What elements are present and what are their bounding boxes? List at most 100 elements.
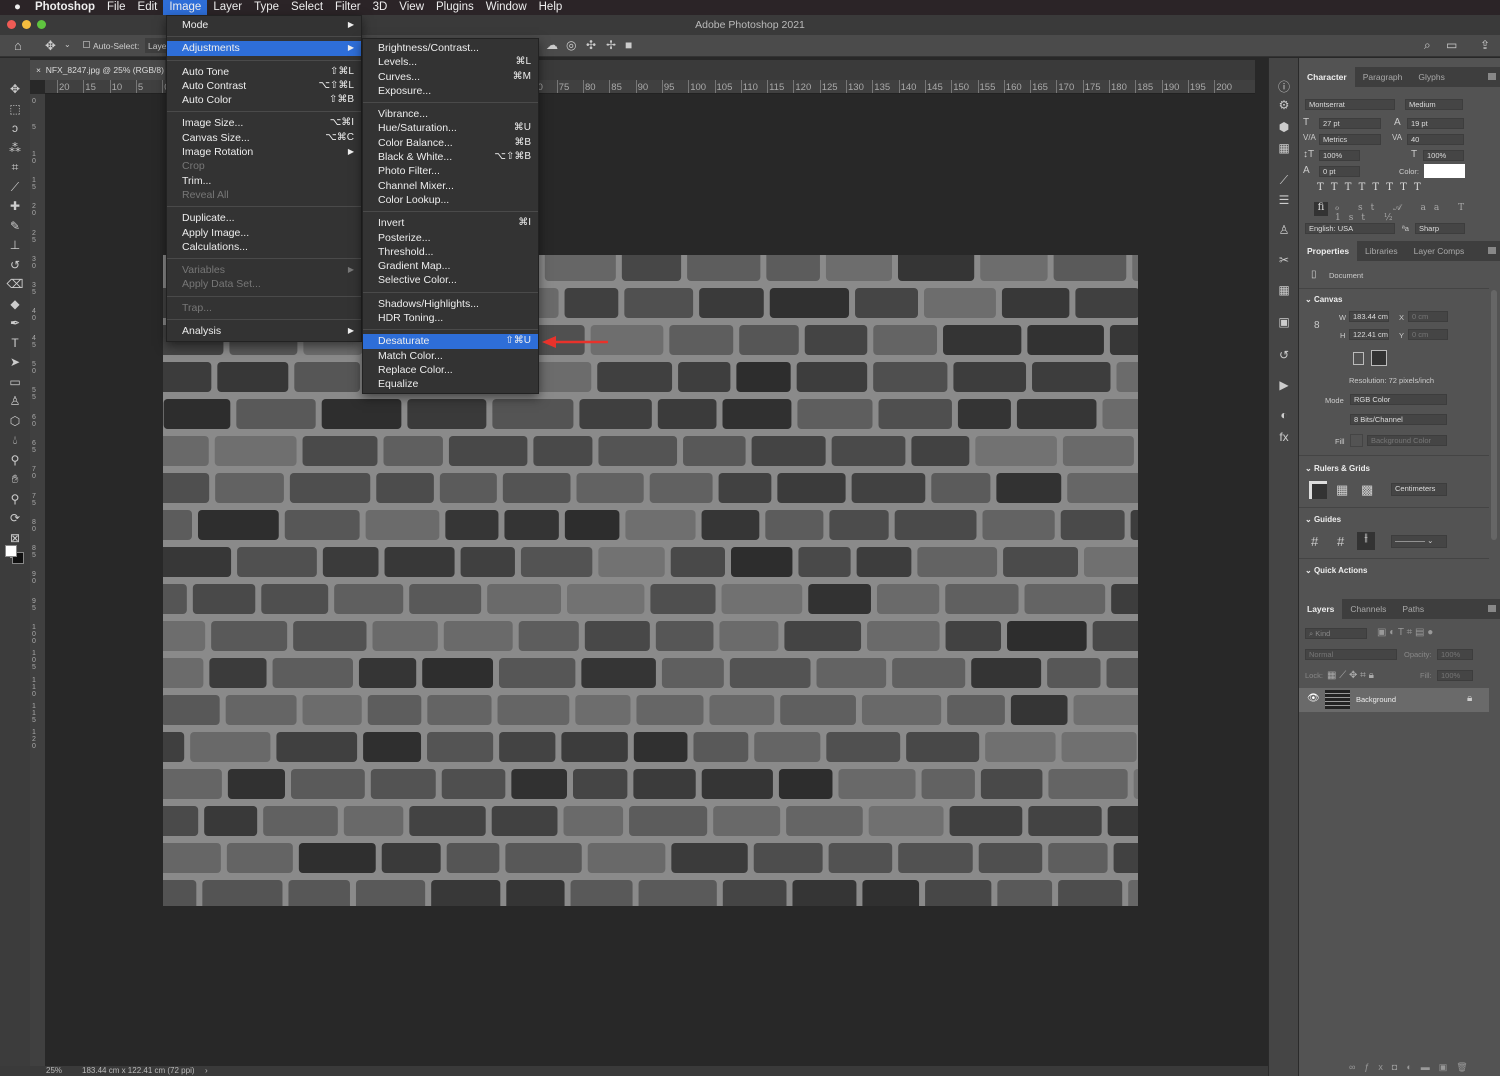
menu-item-color-lookup[interactable]: Color Lookup... [363,193,538,207]
minimize-window-button[interactable] [22,20,31,29]
properties-scrollbar[interactable] [1491,290,1497,540]
leading-field[interactable]: 19 pt [1407,118,1464,129]
stamp-tool-icon[interactable]: ♙ [6,392,24,410]
chevron-down-icon[interactable]: ⌄ [64,40,71,49]
dodge-tool-icon[interactable]: ⚲ [6,451,24,469]
menu-view[interactable]: View [393,0,430,15]
lock-guides-icon[interactable]: # [1337,534,1344,549]
font-style-select[interactable]: Medium [1405,99,1463,110]
quick-actions-section-title[interactable]: ⌄ Quick Actions [1305,566,1367,575]
blur-tool-icon[interactable]: 💧︎ [6,431,24,449]
menu-edit[interactable]: Edit [132,0,164,15]
guides-icon[interactable]: # [1311,534,1318,549]
menu-item-desaturate[interactable]: Desaturate ⇧⌘U [363,334,538,349]
move-tool-icon[interactable]: ✥ [6,80,24,98]
3d-camera-icon[interactable]: ■ [625,38,632,52]
opacity-field[interactable]: 100% [1437,649,1473,660]
menu-item-calculations[interactable]: Calculations... [167,240,361,254]
menu-item-mode[interactable]: Mode ▶ [167,18,361,32]
foreground-color-swatch[interactable] [5,545,17,557]
rotate-tool-icon[interactable]: ⟳ [6,509,24,527]
tab-channels[interactable]: Channels [1342,599,1394,619]
menu-item-auto-tone[interactable]: Auto Tone ⇧⌘L [167,65,361,79]
ligature-button[interactable]: fi [1314,202,1328,216]
menu-item-variables[interactable]: Variables ▶ [167,263,361,277]
bit-depth-select[interactable]: 8 Bits/Channel [1350,414,1447,425]
grid-icon[interactable]: ▦ [1336,482,1348,498]
type-tool-icon[interactable]: T [6,334,24,352]
baseline-shift-field[interactable]: 0 pt [1319,166,1360,177]
menu-item-channel-mixer[interactable]: Channel Mixer... [363,179,538,193]
menu-item-gradient-map[interactable]: Gradient Map... [363,259,538,273]
eye-icon[interactable]: 👁︎ [1307,693,1320,704]
menu-item-analysis[interactable]: Analysis ▶ [167,324,361,338]
swatch-panel-icon[interactable]: ▣ [1276,315,1292,331]
adjust-panel-icon[interactable]: ⚙ [1276,98,1292,114]
canvas-section-title[interactable]: ⌄ Canvas [1305,295,1342,304]
frame-tool-icon[interactable]: ⊠ [6,529,24,547]
panel-menu-icon[interactable] [1488,247,1496,254]
rulers-toggle-button[interactable] [1309,481,1327,499]
tab-properties[interactable]: Properties [1299,241,1358,261]
path-select-tool-icon[interactable]: ➤ [6,353,24,371]
menu-item-reveal-all[interactable]: Reveal All [167,188,361,202]
menu-item-crop[interactable]: Crop [167,159,361,173]
fill-field[interactable]: 100% [1437,670,1473,681]
move-tool-icon[interactable]: ✥ [45,38,56,54]
menu-file[interactable]: File [101,0,132,15]
menu-item-duplicate[interactable]: Duplicate... [167,211,361,225]
blend-mode-select[interactable]: Normal [1305,649,1397,660]
status-arrow-icon[interactable]: › [205,1066,208,1076]
menu-item-image-size[interactable]: Image Size... ⌥⌘I [167,116,361,130]
menu-item-adjustments[interactable]: Adjustments ▶ [167,41,361,56]
workspace-icon[interactable]: ▭ [1446,38,1457,52]
3d-tool-icon[interactable]: ⬡ [6,412,24,430]
lock-options-icons[interactable]: ▦ ⟋ ✥ ⌗ 🔒︎ [1327,670,1374,681]
share-icon[interactable]: ⇪ [1480,38,1490,52]
table-panel-icon[interactable]: ▦ [1276,141,1292,157]
auto-select-checkbox[interactable] [83,41,90,48]
3d-orbit-icon[interactable]: ☁ [546,38,558,52]
smart-guides-button[interactable]: ⫲ [1357,532,1375,550]
menu-item-apply-image[interactable]: Apply Image... [167,226,361,240]
guides-section-title[interactable]: ⌄ Guides [1305,515,1341,524]
menu-item-hdr-toning[interactable]: HDR Toning... [363,311,538,325]
zoom-tool-icon[interactable]: ⚲ [6,490,24,508]
eyedropper-tool-icon[interactable]: ⟋ [6,178,24,196]
menu-item-exposure[interactable]: Exposure... [363,84,538,98]
tab-glyphs[interactable]: Glyphs [1410,67,1452,87]
menu-item-trim[interactable]: Trim... [167,174,361,188]
color-panel-icon[interactable]: ◐ [1276,408,1292,424]
menu-item-trap[interactable]: Trap... [167,301,361,315]
tab-layers[interactable]: Layers [1299,599,1343,619]
menu-item-equalize[interactable]: Equalize [363,377,538,391]
anti-alias-select[interactable]: Sharp [1415,223,1465,234]
horizontal-scale-field[interactable]: 100% [1423,150,1464,161]
menu-item-invert[interactable]: Invert ⌘I [363,216,538,230]
pixel-grid-icon[interactable]: ▩ [1361,482,1373,498]
canvas-x-field[interactable]: 0 cm [1408,311,1448,322]
pen-tool-icon[interactable]: ✒ [6,314,24,332]
menu-item-curves[interactable]: Curves... ⌘M [363,70,538,84]
menu-photoshop[interactable]: Photoshop [29,0,101,15]
menu-3d[interactable]: 3D [367,0,394,15]
panel-menu-icon[interactable] [1488,73,1496,80]
layer-kind-filter[interactable]: ⌕ Kind [1305,628,1367,639]
history-brush-tool-icon[interactable]: ↺ [6,256,24,274]
menu-item-hue-saturation[interactable]: Hue/Saturation... ⌘U [363,121,538,135]
menu-type[interactable]: Type [248,0,285,15]
3d-panel-icon[interactable]: ⬢ [1276,120,1292,136]
home-icon[interactable]: ⌂ [14,38,22,53]
landscape-orientation-button[interactable] [1371,350,1387,366]
text-color-swatch[interactable] [1424,164,1465,178]
marquee-tool-icon[interactable]: ⬚ [6,100,24,118]
layer-name[interactable]: Background [1356,695,1396,704]
menu-item-match-color[interactable]: Match Color... [363,349,538,363]
tab-layer-comps[interactable]: Layer Comps [1406,241,1473,261]
color-mode-select[interactable]: RGB Color [1350,394,1447,405]
canvas-width-field[interactable]: 183.44 cm [1349,311,1389,322]
tab-character[interactable]: Character [1299,67,1355,87]
history-panel-icon[interactable]: ↺ [1276,348,1292,364]
font-size-field[interactable]: 27 pt [1319,118,1381,129]
canvas-y-field[interactable]: 0 cm [1408,329,1448,340]
